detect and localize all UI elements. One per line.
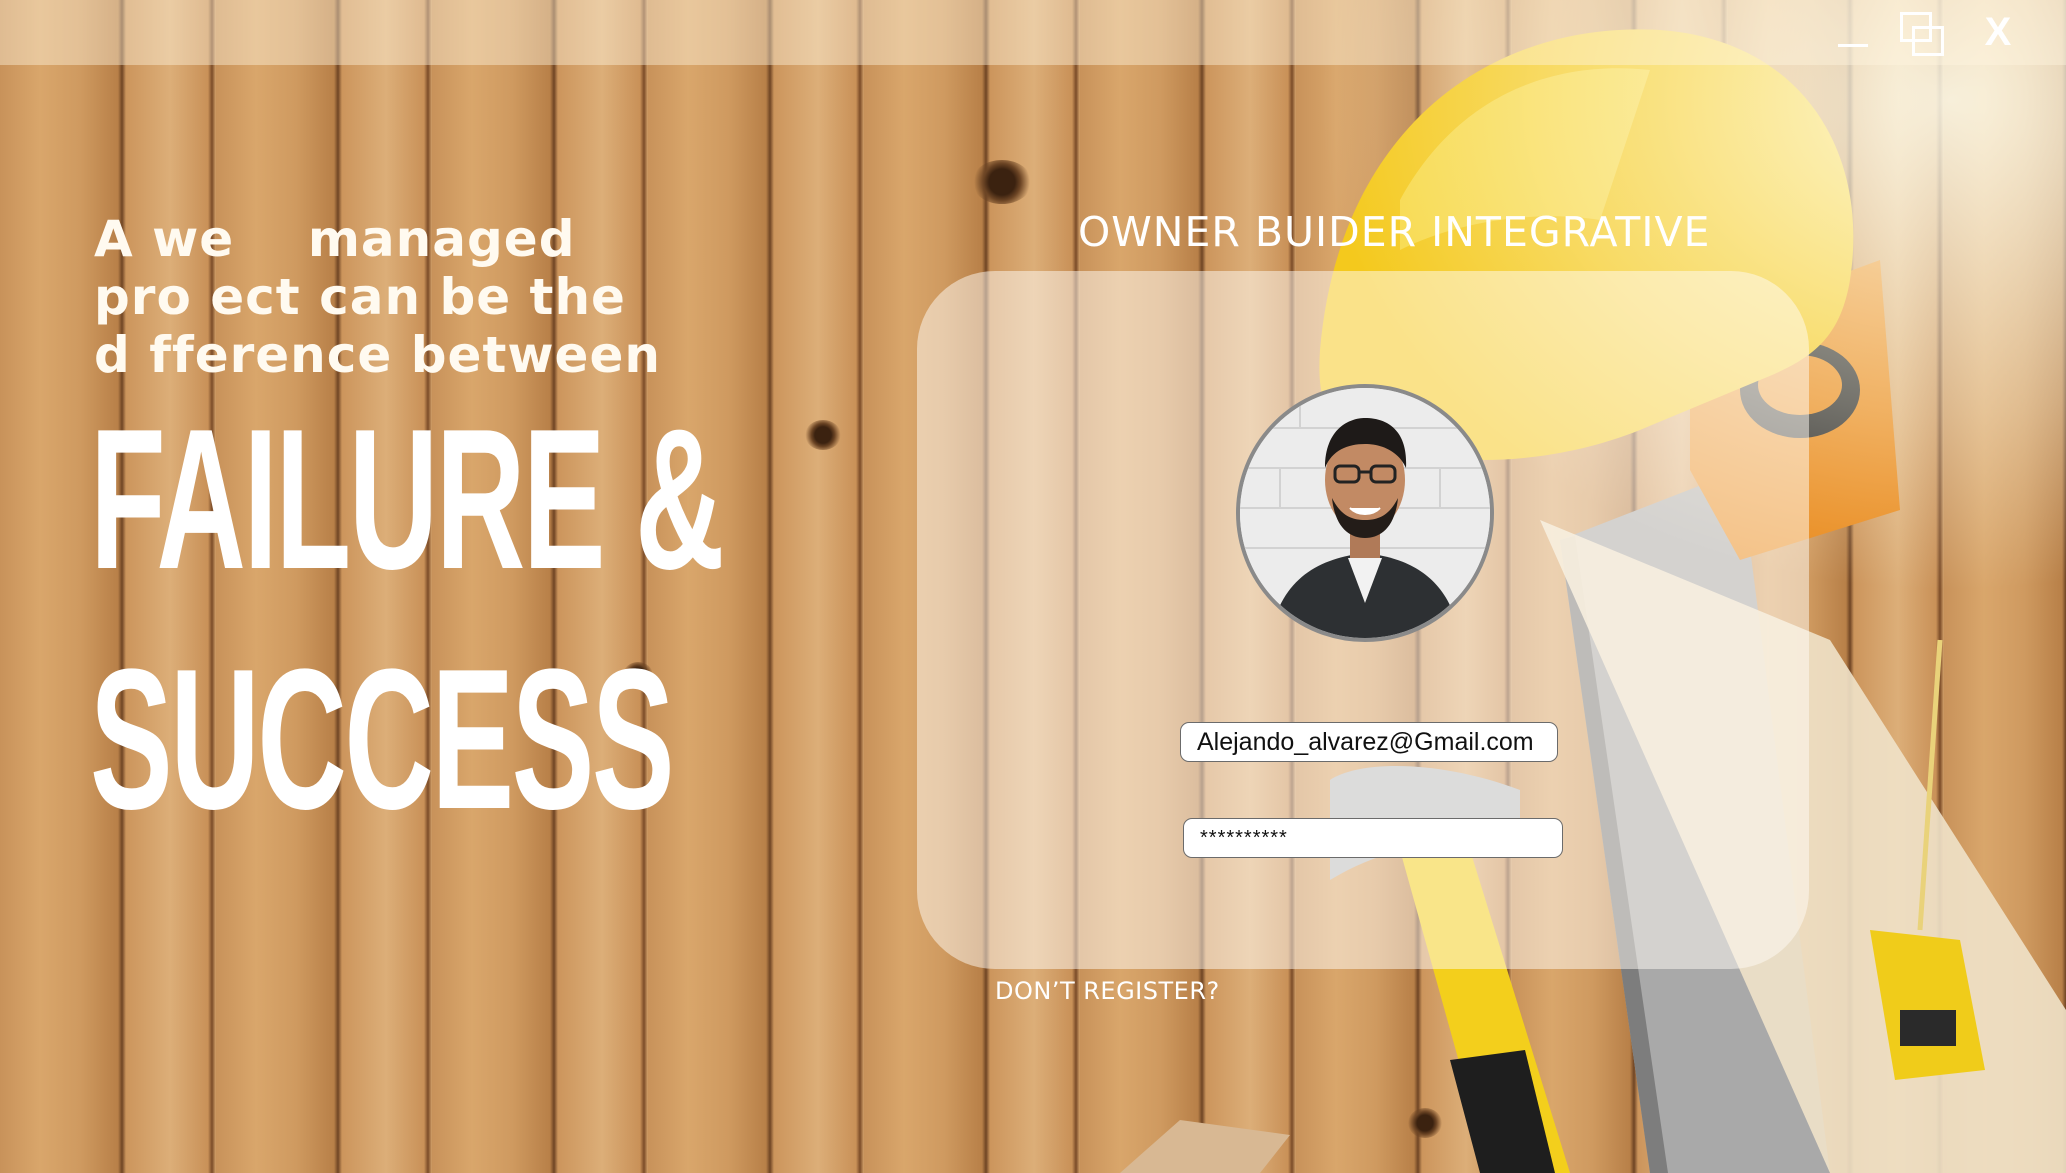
tagline-line: pro ect can be the (94, 268, 626, 326)
password-field[interactable] (1183, 818, 1563, 858)
close-icon[interactable]: X (1978, 10, 2018, 54)
headline-line: SUCCESS (90, 628, 675, 851)
avatar[interactable] (1236, 384, 1494, 642)
tagline-line: d fference between (94, 326, 661, 384)
maximize-icon[interactable] (1900, 12, 1944, 56)
hero-headline: FAILURE & SUCCESS (90, 380, 810, 860)
tagline-line: A we managed (94, 210, 576, 268)
tagline: A we managed pro ect can be the d fferen… (94, 210, 734, 384)
headline-line: FAILURE & (90, 388, 725, 611)
minimize-icon[interactable] (1838, 8, 1868, 48)
title-bar (0, 0, 2066, 65)
email-field[interactable] (1180, 722, 1558, 762)
register-link[interactable]: DON’T REGISTER? (995, 977, 1220, 1005)
app-title: OWNER BUIDER INTEGRATIVE (1078, 208, 1711, 256)
